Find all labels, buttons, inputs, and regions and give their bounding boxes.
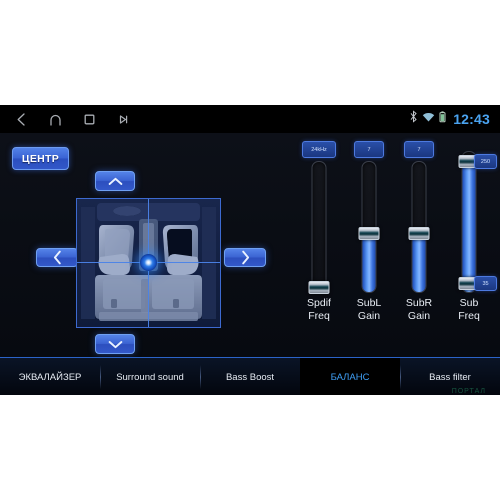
slider-handle[interactable] <box>358 227 380 240</box>
bluetooth-icon <box>409 110 418 128</box>
watermark: ПОРТАЛ <box>451 388 486 395</box>
balance-up-button[interactable] <box>95 171 135 191</box>
slider-value-badge: 7 <box>354 141 384 158</box>
slider-caption: SubL Gain <box>346 297 392 322</box>
slider-handle[interactable] <box>408 227 430 240</box>
slider-track[interactable] <box>311 161 327 293</box>
slider-handle[interactable] <box>308 281 330 294</box>
slider-caption-line2: Freq <box>308 309 330 322</box>
center-button[interactable]: ЦЕНТР <box>12 147 69 170</box>
navigation-buttons <box>14 105 131 133</box>
mode-tabbar: ЭКВАЛАЙЗЕР Surround sound Bass Boost БАЛ… <box>0 357 500 395</box>
slider-caption-line1: Spdif <box>307 297 331 309</box>
slider-fill <box>462 163 476 292</box>
slider-subl-gain[interactable]: 7 SubL Gain <box>346 139 392 339</box>
slider-group: 24kHz Spdif Freq 7 SubL Gain 7 SubR Gain… <box>296 139 497 349</box>
car-head-unit-app: 12:43 ЦЕНТР 24kHz Spdif Freq 7 SubL Gain… <box>0 105 500 395</box>
recents-icon[interactable] <box>82 112 97 127</box>
slider-caption: Sub Freq <box>446 297 492 322</box>
slider-spdif-freq[interactable]: 24kHz Spdif Freq <box>296 139 342 339</box>
slider-caption-line1: SubR <box>405 297 433 309</box>
slider-fill <box>362 232 376 292</box>
slider-fill <box>412 232 426 292</box>
play-icon[interactable] <box>116 112 131 127</box>
tab-bass-boost[interactable]: Bass Boost <box>200 358 300 395</box>
balance-panel: ЦЕНТР 24kHz Spdif Freq 7 SubL Gain 7 Sub… <box>0 133 500 357</box>
battery-icon <box>439 110 446 128</box>
car-cabin-view[interactable] <box>76 198 221 328</box>
slider-caption-line1: Sub <box>459 297 479 309</box>
tab-surround-sound[interactable]: Surround sound <box>100 358 200 395</box>
balance-position-dot[interactable] <box>140 254 157 271</box>
tab-equalizer[interactable]: ЭКВАЛАЙЗЕР <box>0 358 100 395</box>
wifi-icon <box>422 110 435 128</box>
android-status-bar: 12:43 <box>0 105 500 133</box>
status-clock: 12:43 <box>453 111 490 127</box>
slider-caption-line2: Freq <box>458 309 480 322</box>
status-indicators: 12:43 <box>409 105 490 133</box>
balance-down-button[interactable] <box>95 334 135 354</box>
slider-track[interactable] <box>461 151 477 293</box>
slider-subr-gain[interactable]: 7 SubR Gain <box>396 139 442 339</box>
slider-value-badge: 24kHz <box>302 141 336 158</box>
slider-value-badge: 7 <box>404 141 434 158</box>
slider-sub-freq[interactable]: 250 35 Sub Freq <box>446 139 497 339</box>
balance-left-button[interactable] <box>36 248 78 267</box>
slider-caption-line2: Gain <box>357 309 381 322</box>
balance-right-button[interactable] <box>224 248 266 267</box>
slider-caption-line1: SubL <box>356 297 382 309</box>
slider-value-badge-low: 35 <box>474 276 497 291</box>
slider-value-badge-high: 250 <box>474 154 497 169</box>
balance-stage <box>36 171 266 354</box>
slider-caption-line2: Gain <box>407 309 431 322</box>
home-icon[interactable] <box>48 112 63 127</box>
tab-balance[interactable]: БАЛАНС <box>300 358 400 395</box>
screenshot-root: 12:43 ЦЕНТР 24kHz Spdif Freq 7 SubL Gain… <box>0 0 500 500</box>
back-icon[interactable] <box>14 112 29 127</box>
slider-caption: Spdif Freq <box>296 297 342 322</box>
slider-caption: SubR Gain <box>396 297 442 322</box>
